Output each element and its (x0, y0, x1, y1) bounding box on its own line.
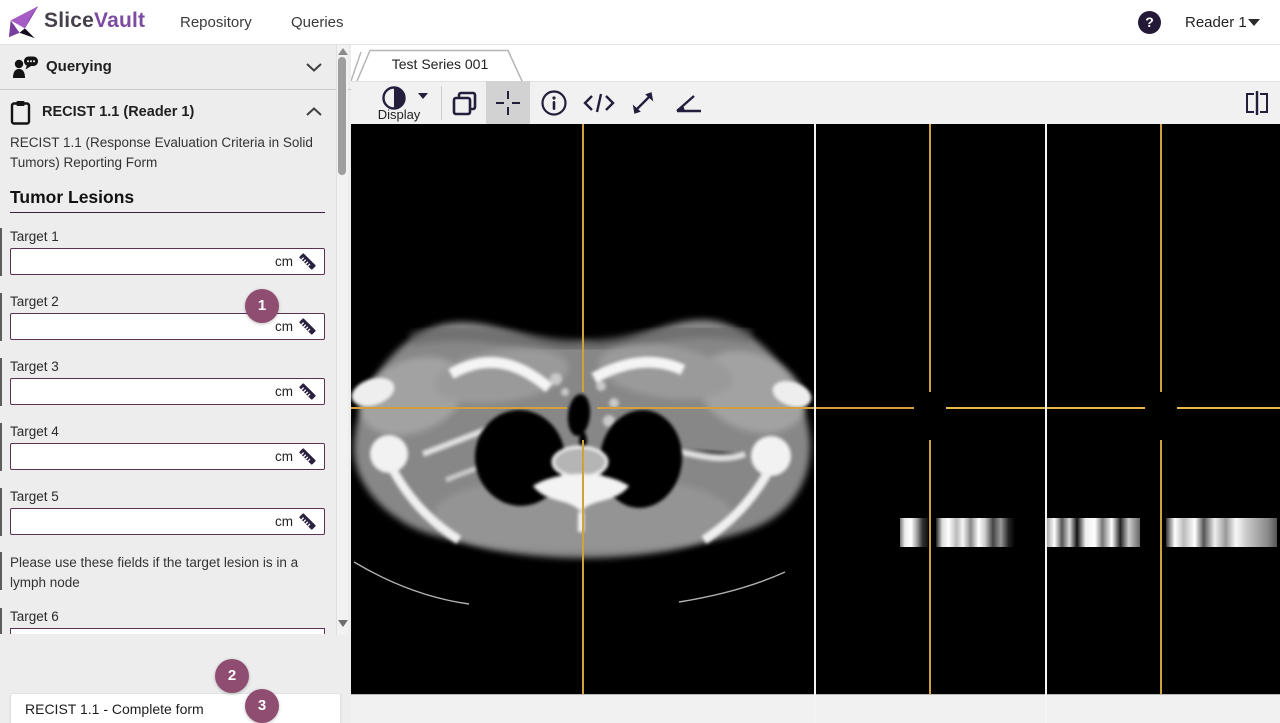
viewport-separator (1045, 124, 1047, 723)
info-icon (540, 89, 568, 117)
crosshair-vertical-line (929, 440, 931, 694)
ruler-icon[interactable] (298, 317, 317, 336)
viewer-toolbar: Display (351, 81, 1280, 125)
ruler-icon[interactable] (298, 447, 317, 466)
panel-toggle-button[interactable] (1243, 90, 1271, 116)
display-button[interactable]: Display (366, 82, 438, 124)
ruler-icon[interactable] (298, 512, 317, 531)
brand-title: SliceVault (44, 9, 145, 33)
brand-vault: Vault (94, 9, 146, 32)
info-button[interactable] (540, 89, 568, 117)
crosshair-vertical-line (582, 440, 584, 694)
querying-chat-icon (12, 55, 39, 80)
sidebar: Querying RECIST 1.1 (Reader 1) RECIST 1.… (0, 45, 351, 723)
heading-underline (10, 212, 325, 213)
navbar: SliceVault Repository Queries ? Reader 1 (0, 0, 1280, 45)
ct-strip (900, 518, 928, 547)
tumor-lesions-heading: Tumor Lesions (10, 187, 135, 207)
clipboard-icon (10, 100, 31, 125)
crosshairs-icon (495, 90, 521, 116)
help-button[interactable]: ? (1138, 11, 1161, 34)
brand-slice: Slice (44, 9, 95, 32)
annotation-badge-3: 3 (245, 689, 279, 723)
target-6-label: Target 6 (10, 609, 59, 624)
target-2-unit: cm (275, 319, 293, 334)
field-tick (0, 488, 2, 536)
ct-strip (1046, 518, 1140, 547)
chevron-down-icon (1248, 19, 1260, 26)
crosshair-vertical-line (929, 124, 931, 392)
target-1-label: Target 1 (10, 229, 59, 244)
tab-test-series-001[interactable]: Test Series 001 (355, 49, 525, 81)
tab-label: Test Series 001 (391, 56, 489, 72)
recist-complete-form-button[interactable]: RECIST 1.1 - Complete form (10, 693, 341, 723)
angle-icon (675, 92, 703, 114)
scroll-down-icon[interactable] (338, 620, 348, 627)
scroll-up-icon[interactable] (338, 48, 348, 55)
field-tick (0, 423, 2, 471)
target-5-label: Target 5 (10, 489, 59, 504)
target-2-label: Target 2 (10, 294, 59, 309)
crosshairs-button[interactable] (486, 81, 530, 125)
divider (0, 89, 351, 90)
target-3-unit: cm (275, 384, 293, 399)
annotation-badge-2: 2 (215, 659, 249, 693)
chevron-up-icon (306, 107, 322, 116)
code-button[interactable] (583, 91, 615, 115)
crosshair-vertical-line (1160, 440, 1162, 694)
recist-title: RECIST 1.1 (Reader 1) (42, 104, 195, 120)
sidebar-scrollbar-thumb[interactable] (338, 57, 346, 175)
toolbar-divider (441, 86, 442, 120)
target-1-unit: cm (275, 254, 293, 269)
recist-description: RECIST 1.1 (Response Evaluation Criteria… (10, 135, 313, 170)
crosshair-horizontal-line (1046, 407, 1145, 409)
ct-strip (936, 518, 1015, 547)
slicevault-logo-icon (8, 5, 40, 41)
querying-label: Querying (46, 58, 112, 75)
slicevault-app: SliceVault Repository Queries ? Reader 1… (0, 0, 1280, 723)
target-3-label: Target 3 (10, 359, 59, 374)
layers-button[interactable] (450, 89, 480, 119)
lymph-node-note: Please use these fields if the target le… (10, 555, 299, 590)
target-4-label: Target 4 (10, 424, 59, 439)
expand-diagonal-icon (630, 90, 656, 116)
nav-link-queries[interactable]: Queries (291, 0, 344, 45)
field-tick (0, 293, 2, 341)
angle-button[interactable] (675, 92, 703, 114)
ct-strip (1166, 518, 1277, 547)
target-5-unit: cm (275, 514, 293, 529)
field-tick (0, 228, 2, 276)
crosshair-horizontal-line (597, 407, 814, 409)
expand-button[interactable] (630, 90, 656, 116)
viewport-separator (814, 124, 816, 723)
user-menu[interactable]: Reader 1 (1185, 0, 1247, 45)
ruler-icon[interactable] (298, 382, 317, 401)
code-icon (583, 91, 615, 115)
crosshair-horizontal-line (1177, 407, 1280, 409)
layers-icon (450, 89, 480, 119)
nav-link-repository[interactable]: Repository (180, 0, 252, 45)
crosshair-vertical-line (1160, 124, 1162, 392)
field-tick (0, 552, 2, 590)
field-tick (0, 358, 2, 406)
crosshair-vertical-line (582, 124, 584, 392)
split-panel-icon (1243, 90, 1271, 116)
viewport-mpr-2[interactable] (1047, 124, 1280, 694)
recist-section-header[interactable]: RECIST 1.1 (Reader 1) (0, 95, 336, 131)
crosshair-horizontal-line (815, 407, 914, 409)
annotation-badge-1: 1 (245, 289, 279, 323)
field-tick (0, 608, 2, 634)
crosshair-horizontal-line (351, 407, 567, 409)
target-4-unit: cm (275, 449, 293, 464)
display-label: Display (377, 107, 421, 122)
target-6-input-clipped[interactable] (10, 628, 325, 634)
ruler-icon[interactable] (298, 252, 317, 271)
querying-section-header[interactable]: Querying (0, 45, 336, 90)
chevron-down-icon (306, 63, 322, 72)
chevron-down-icon (418, 93, 428, 99)
crosshair-horizontal-line (946, 407, 1045, 409)
series-tab-bar: Test Series 001 (350, 45, 1280, 82)
